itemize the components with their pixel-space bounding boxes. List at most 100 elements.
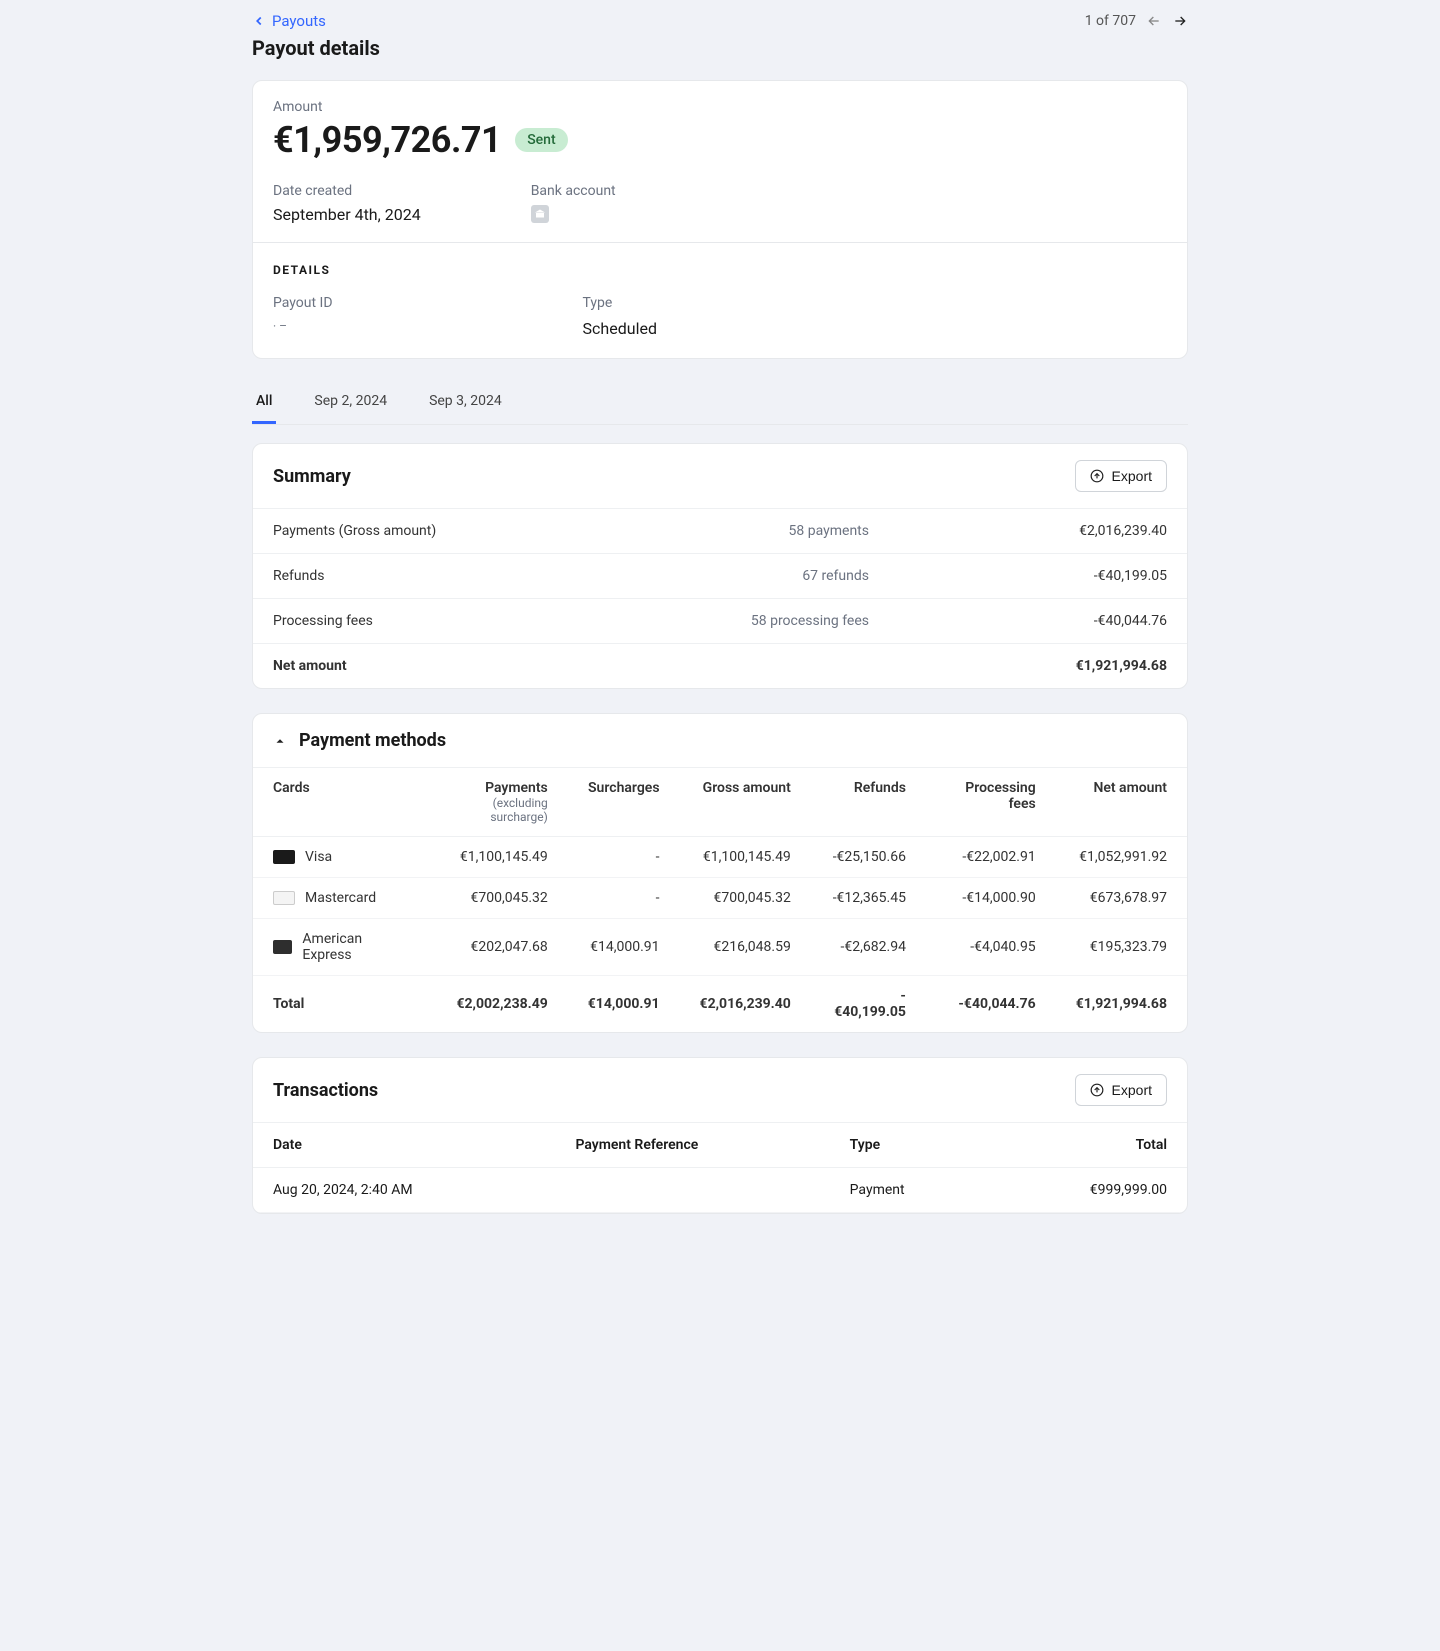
tab-sep-3[interactable]: Sep 3, 2024 — [425, 383, 506, 424]
amount-value: €1,959,726.71 — [273, 119, 501, 161]
table-row: American Express €202,047.68 €14,000.91 … — [253, 919, 1187, 976]
cell-net: €195,323.79 — [1056, 919, 1187, 976]
col-net: Net amount — [1056, 768, 1187, 837]
details-heading: DETAILS — [273, 263, 1167, 277]
type-label: Type — [583, 295, 657, 311]
col-type: Type — [830, 1123, 990, 1168]
brand-name: American Express — [302, 931, 401, 963]
summary-label: Payments (Gross amount) — [273, 523, 571, 539]
date-created-label: Date created — [273, 183, 421, 199]
cell-gross: €700,045.32 — [680, 878, 811, 919]
payment-methods-card: Payment methods Cards Payments(excluding… — [252, 713, 1188, 1033]
cell-gross: €216,048.59 — [680, 919, 811, 976]
summary-card: Summary Export Payments (Gross amount) 5… — [252, 443, 1188, 689]
tab-all[interactable]: All — [252, 383, 276, 424]
cell-surcharges: €14,000.91 — [568, 919, 680, 976]
transactions-table: Date Payment Reference Type Total Aug 20… — [253, 1122, 1187, 1213]
cell-fees: -€4,040.95 — [926, 919, 1056, 976]
summary-label: Net amount — [273, 658, 571, 674]
col-ref: Payment Reference — [555, 1123, 829, 1168]
amount-label: Amount — [273, 99, 1167, 115]
export-icon — [1090, 469, 1104, 483]
summary-value: -€40,199.05 — [869, 568, 1167, 584]
brand-name: Visa — [305, 849, 332, 865]
pager-next-button[interactable] — [1172, 13, 1188, 29]
col-refunds: Refunds — [811, 768, 926, 837]
summary-mid: 58 payments — [571, 523, 869, 539]
col-gross: Gross amount — [680, 768, 811, 837]
summary-label: Refunds — [273, 568, 571, 584]
status-badge: Sent — [515, 128, 567, 152]
col-cards: Cards — [253, 768, 422, 837]
cell-date: Aug 20, 2024, 2:40 AM — [253, 1168, 555, 1213]
col-total: Total — [989, 1123, 1187, 1168]
cell-refunds: -€25,150.66 — [811, 837, 926, 878]
cell-fees: -€14,000.90 — [926, 878, 1056, 919]
cell-payments: €1,100,145.49 — [422, 837, 568, 878]
cell-refunds: -€12,365.45 — [811, 878, 926, 919]
cell-net: €673,678.97 — [1056, 878, 1187, 919]
export-summary-button[interactable]: Export — [1075, 460, 1167, 492]
pager-text: 1 of 707 — [1085, 13, 1136, 29]
summary-value: €2,016,239.40 — [869, 523, 1167, 539]
tab-sep-2[interactable]: Sep 2, 2024 — [310, 383, 391, 424]
table-row-total: Total €2,002,238.49 €14,000.91 €2,016,23… — [253, 976, 1187, 1033]
cell-payments: €202,047.68 — [422, 919, 568, 976]
pager-prev-button[interactable] — [1146, 13, 1162, 29]
transactions-title: Transactions — [273, 1080, 378, 1101]
summary-row-payments: Payments (Gross amount) 58 payments €2,0… — [253, 508, 1187, 553]
transactions-card: Transactions Export Date Payment Referen… — [252, 1057, 1188, 1214]
summary-mid: 58 processing fees — [571, 613, 869, 629]
summary-row-net: Net amount €1,921,994.68 — [253, 643, 1187, 688]
pager: 1 of 707 — [1085, 13, 1188, 29]
cell-fees: -€22,002.91 — [926, 837, 1056, 878]
breadcrumb-back[interactable]: Payouts — [252, 12, 326, 30]
cell-surcharges: - — [568, 837, 680, 878]
cell-refunds: -€2,682.94 — [811, 919, 926, 976]
summary-mid: 67 refunds — [571, 568, 869, 584]
cell-net: €1,052,991.92 — [1056, 837, 1187, 878]
table-row: Mastercard €700,045.32 - €700,045.32 -€1… — [253, 878, 1187, 919]
payment-methods-title: Payment methods — [299, 730, 446, 751]
total-label: Total — [253, 976, 422, 1033]
col-surcharges: Surcharges — [568, 768, 680, 837]
cell-total: €999,999.00 — [989, 1168, 1187, 1213]
summary-title: Summary — [273, 466, 351, 487]
cell-ref — [555, 1168, 829, 1213]
bank-icon — [531, 205, 549, 223]
table-row[interactable]: Aug 20, 2024, 2:40 AM Payment €999,999.0… — [253, 1168, 1187, 1213]
mc-icon — [273, 891, 295, 905]
cell-gross: €1,100,145.49 — [680, 837, 811, 878]
bank-account-label: Bank account — [531, 183, 616, 199]
export-transactions-button[interactable]: Export — [1075, 1074, 1167, 1106]
amex-icon — [273, 940, 292, 954]
export-label: Export — [1112, 1082, 1152, 1098]
export-icon — [1090, 1083, 1104, 1097]
summary-row-refunds: Refunds 67 refunds -€40,199.05 — [253, 553, 1187, 598]
payout-header-card: Amount €1,959,726.71 Sent Date created S… — [252, 80, 1188, 359]
visa-icon — [273, 850, 295, 864]
breadcrumb-label: Payouts — [272, 12, 326, 30]
payment-methods-toggle[interactable]: Payment methods — [253, 714, 1187, 767]
col-payments: Payments(excluding surcharge) — [422, 768, 568, 837]
cell-type: Payment — [830, 1168, 990, 1213]
payout-id-value: · – — [273, 319, 333, 333]
payout-id-label: Payout ID — [273, 295, 333, 311]
type-value: Scheduled — [583, 319, 657, 338]
summary-value: €1,921,994.68 — [869, 658, 1167, 674]
brand-name: Mastercard — [305, 890, 376, 906]
col-fees: Processing fees — [926, 768, 1056, 837]
chevron-left-icon — [252, 14, 266, 28]
cell-payments: €700,045.32 — [422, 878, 568, 919]
caret-up-icon — [273, 734, 287, 748]
page-title: Payout details — [252, 36, 1188, 60]
summary-row-fees: Processing fees 58 processing fees -€40,… — [253, 598, 1187, 643]
date-tabs: All Sep 2, 2024 Sep 3, 2024 — [252, 383, 1188, 425]
export-label: Export — [1112, 468, 1152, 484]
col-date: Date — [253, 1123, 555, 1168]
table-row: Visa €1,100,145.49 - €1,100,145.49 -€25,… — [253, 837, 1187, 878]
date-created-value: September 4th, 2024 — [273, 205, 421, 224]
cell-surcharges: - — [568, 878, 680, 919]
summary-value: -€40,044.76 — [869, 613, 1167, 629]
payment-methods-table: Cards Payments(excluding surcharge) Surc… — [253, 767, 1187, 1032]
